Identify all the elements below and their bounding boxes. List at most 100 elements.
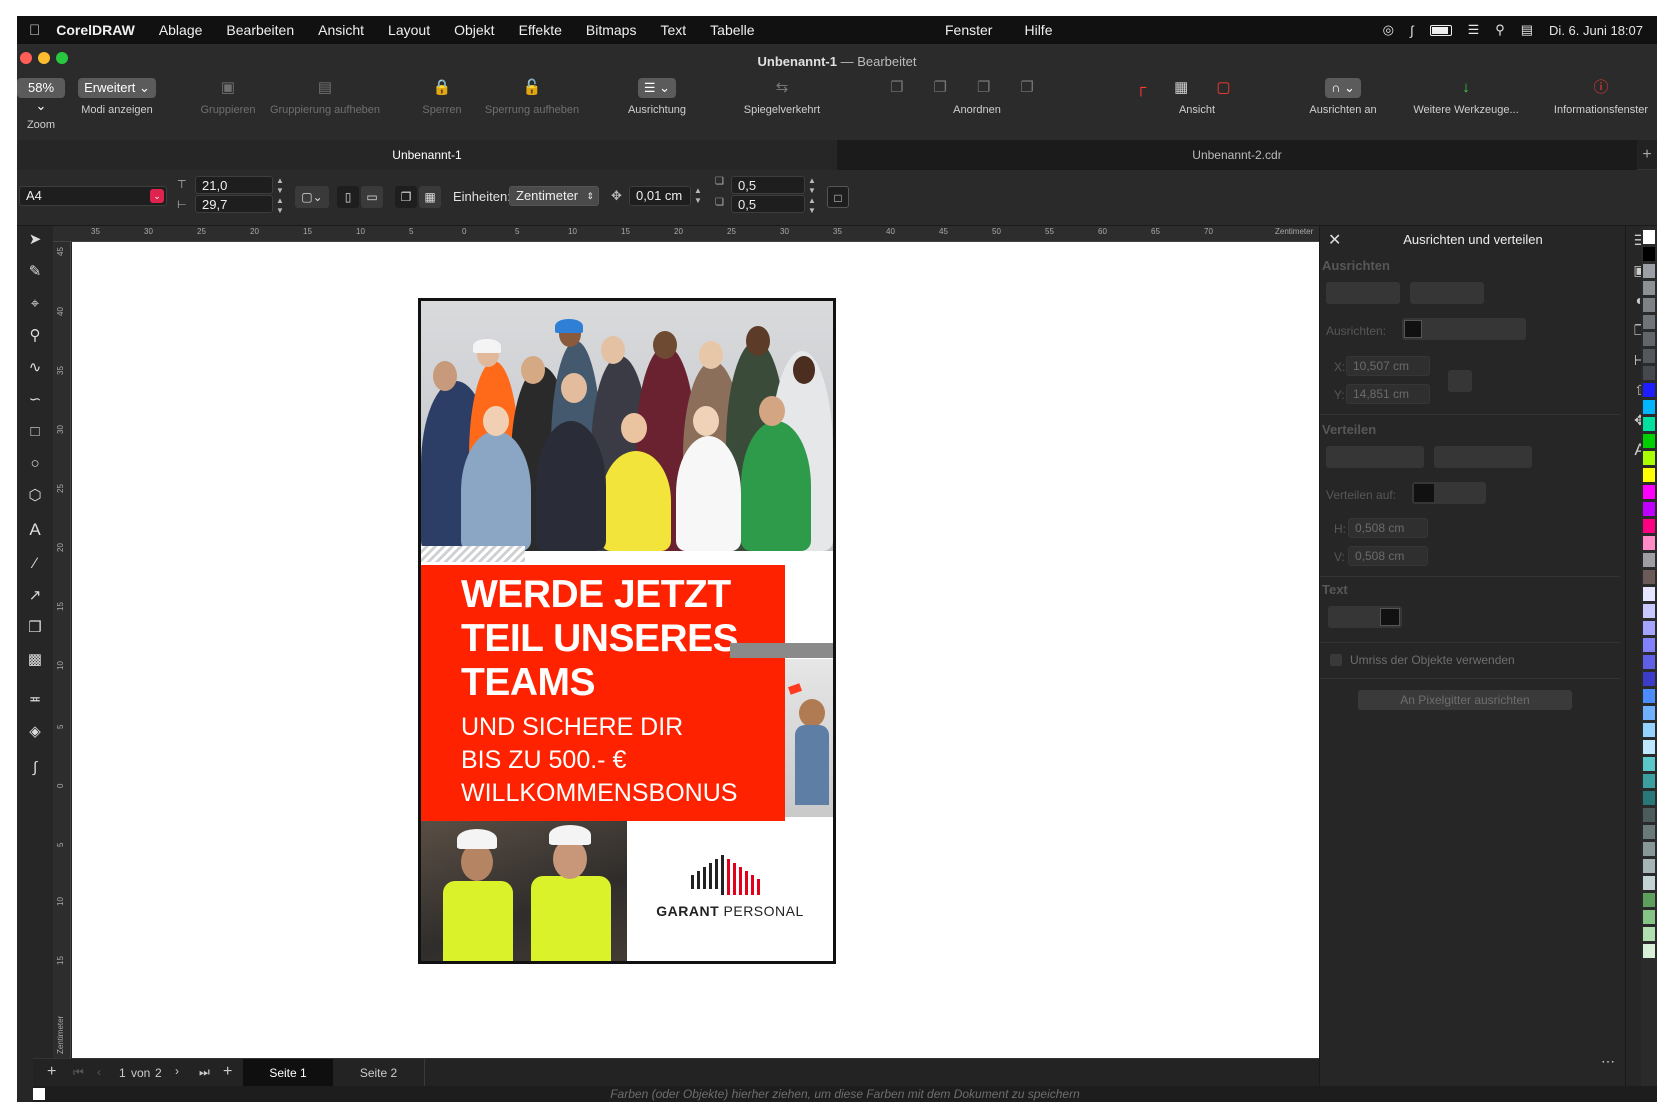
color-swatch[interactable]: [1643, 349, 1655, 363]
text-tool-icon[interactable]: A: [17, 516, 53, 544]
lock-button[interactable]: 🔒 Sperren: [417, 78, 467, 116]
menu-text[interactable]: Text: [660, 22, 686, 38]
add-tab-icon[interactable]: +: [1637, 140, 1657, 170]
color-swatch[interactable]: [1643, 417, 1655, 431]
color-swatch[interactable]: [1643, 774, 1655, 788]
menu-ansicht[interactable]: Ansicht: [318, 22, 364, 38]
landscape-button[interactable]: ▭: [361, 186, 383, 208]
color-swatch[interactable]: [1643, 876, 1655, 890]
treat-as-filled-button[interactable]: □: [827, 186, 849, 208]
align-to-buttons[interactable]: [1402, 318, 1526, 340]
unlock-button[interactable]: 🔓 Sperrung aufheben: [477, 78, 587, 116]
group-button[interactable]: ▣ Gruppieren: [193, 78, 263, 116]
mode-dropdown[interactable]: Erweitert ⌄: [78, 78, 156, 98]
color-swatch[interactable]: [1643, 927, 1655, 941]
color-swatch[interactable]: [1643, 485, 1655, 499]
view-group[interactable]: ┌▦▢ Ansicht: [1127, 78, 1267, 116]
color-swatch[interactable]: [1643, 230, 1655, 244]
page-size-stepper[interactable]: ▲ ▼ ▲ ▼: [275, 176, 285, 215]
zoom-dropdown[interactable]: 58% ⌄: [17, 78, 65, 113]
page-size-select[interactable]: A4 ⌄: [19, 186, 167, 206]
color-swatch[interactable]: [1643, 502, 1655, 516]
shape-tool-icon[interactable]: ✎: [17, 258, 53, 286]
arrange-group[interactable]: ❐❐❐❐ Anordnen: [887, 78, 1067, 116]
drop-shadow-tool-icon[interactable]: ❒: [17, 614, 53, 642]
units-select[interactable]: Zentimeter ⇕: [509, 186, 599, 206]
wifi-icon[interactable]: ☰: [1468, 22, 1480, 38]
color-palette[interactable]: [1641, 226, 1657, 1086]
color-swatch[interactable]: [1643, 519, 1655, 533]
nudge-distance-input[interactable]: 0,01 cm: [629, 186, 691, 206]
color-swatch[interactable]: [1643, 893, 1655, 907]
pixel-grid-button[interactable]: An Pixelgitter ausrichten: [1358, 690, 1572, 710]
freehand-tool-icon[interactable]: ∿: [17, 354, 53, 382]
align-vertical-buttons[interactable]: [1410, 282, 1484, 304]
first-page-icon[interactable]: ⏮: [73, 1065, 84, 1080]
crop-tool-icon[interactable]: ⌖: [17, 290, 53, 318]
color-swatch[interactable]: [1643, 383, 1655, 397]
color-swatch[interactable]: [1643, 281, 1655, 295]
distribute-to-selection-icon[interactable]: [1414, 484, 1434, 502]
no-color-swatch[interactable]: [33, 1088, 45, 1100]
bluetooth-icon[interactable]: ∫: [1410, 23, 1414, 38]
color-swatch[interactable]: [1643, 944, 1655, 958]
tab-page-1[interactable]: Seite 1: [243, 1059, 333, 1087]
previous-page-icon[interactable]: ‹: [97, 1065, 101, 1079]
more-tools-button[interactable]: ↓ Weitere Werkzeuge...: [1407, 78, 1525, 116]
drawing-canvas[interactable]: WERDE JETZT TEIL UNSERES TEAMS UND SICHE…: [72, 242, 1319, 1058]
distribute-horizontal-buttons[interactable]: [1326, 446, 1424, 468]
color-swatch[interactable]: [1643, 536, 1655, 550]
add-page-after-icon[interactable]: +: [223, 1063, 232, 1081]
distribute-to-buttons[interactable]: [1412, 482, 1486, 504]
color-swatch[interactable]: [1643, 740, 1655, 754]
color-swatch[interactable]: [1643, 332, 1655, 346]
menu-datetime[interactable]: Di. 6. Juni 18:07: [1549, 23, 1643, 38]
tab-unbenannt-2[interactable]: Unbenannt-2.cdr: [837, 140, 1637, 170]
align-horizontal-buttons[interactable]: [1326, 282, 1400, 304]
smart-fill-tool-icon[interactable]: ∫: [17, 754, 53, 782]
menu-objekt[interactable]: Objekt: [454, 22, 494, 38]
color-swatch[interactable]: [1643, 706, 1655, 720]
color-swatch[interactable]: [1643, 587, 1655, 601]
color-swatch[interactable]: [1643, 842, 1655, 856]
color-swatch[interactable]: [1643, 723, 1655, 737]
color-swatch[interactable]: [1643, 366, 1655, 380]
page-height-input[interactable]: 29,7: [195, 195, 273, 213]
duplicate-y-input[interactable]: 0,5: [731, 195, 805, 213]
color-swatch[interactable]: [1643, 757, 1655, 771]
info-window-button[interactable]: ⓘ Informationsfenster: [1545, 78, 1657, 116]
last-page-icon[interactable]: ⏭: [199, 1065, 210, 1080]
text-bounding-box-icon[interactable]: [1380, 608, 1400, 626]
rectangle-tool-icon[interactable]: □: [17, 418, 53, 446]
spotlight-search-icon[interactable]: ⚲: [1495, 22, 1505, 38]
duplicate-x-input[interactable]: 0,5: [731, 176, 805, 194]
distribute-vertical-buttons[interactable]: [1434, 446, 1532, 468]
page-size-dropdown-icon[interactable]: ⌄: [150, 189, 164, 203]
poster-artwork[interactable]: WERDE JETZT TEIL UNSERES TEAMS UND SICHE…: [418, 298, 836, 964]
color-swatch[interactable]: [1643, 264, 1655, 278]
color-swatch[interactable]: [1643, 655, 1655, 669]
menu-bitmaps[interactable]: Bitmaps: [586, 22, 637, 38]
connector-tool-icon[interactable]: ↗: [17, 582, 53, 610]
horizontal-ruler[interactable]: 35 30 25 20 15 10 5 0 5 10 15 20 25 30 3…: [53, 226, 1319, 242]
menu-layout[interactable]: Layout: [388, 22, 430, 38]
color-swatch[interactable]: [1643, 400, 1655, 414]
align-y-input[interactable]: 14,851 cm: [1346, 384, 1430, 404]
align-x-input[interactable]: 10,507 cm: [1346, 356, 1430, 376]
distribute-v-input[interactable]: 0,508 cm: [1348, 546, 1428, 566]
tab-unbenannt-1[interactable]: Unbenannt-1: [17, 140, 837, 170]
airdrop-icon[interactable]: ◎: [1383, 22, 1394, 38]
duplicate-stepper[interactable]: ▲ ▼ ▲ ▼: [807, 176, 817, 215]
color-swatch[interactable]: [1643, 791, 1655, 805]
color-swatch[interactable]: [1643, 570, 1655, 584]
color-swatch[interactable]: [1643, 689, 1655, 703]
color-swatch[interactable]: [1643, 247, 1655, 261]
color-swatch[interactable]: [1643, 553, 1655, 567]
color-swatch[interactable]: [1643, 621, 1655, 635]
color-swatch[interactable]: [1643, 672, 1655, 686]
alignment-button[interactable]: ☰ ⌄ Ausrichtung: [617, 78, 697, 116]
curve-tool-icon[interactable]: ∽: [17, 386, 53, 414]
color-swatch[interactable]: [1643, 434, 1655, 448]
color-swatch[interactable]: [1643, 315, 1655, 329]
apple-icon[interactable]: : [29, 22, 40, 39]
